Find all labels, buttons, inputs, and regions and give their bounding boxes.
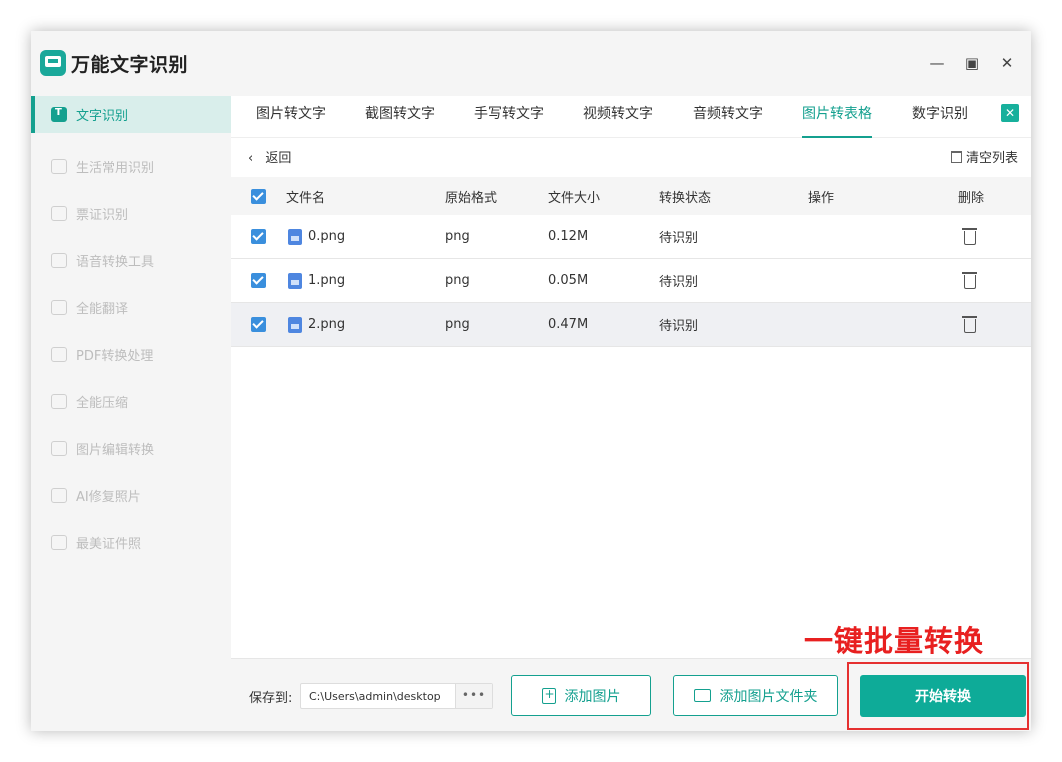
trash-icon (950, 150, 962, 163)
id-photo-icon (51, 535, 67, 550)
chevron-left-icon: ‹ (248, 151, 254, 166)
column-header-size: 文件大小 (548, 190, 601, 206)
sidebar-item-label: 全能翻译 (76, 302, 129, 317)
select-all-checkbox[interactable] (251, 188, 266, 204)
delete-row-icon[interactable] (962, 228, 977, 245)
sidebar-item-compress[interactable]: 全能压缩 (31, 378, 231, 425)
sidebar-item-label: 最美证件照 (76, 537, 142, 552)
tab-screenshot-to-text[interactable]: 截图转文字 (365, 96, 435, 138)
delete-row-icon[interactable] (962, 316, 977, 333)
sidebar-item-label: 票证识别 (76, 208, 129, 223)
table-row[interactable]: 2.png png 0.47M 待识别 (231, 303, 1031, 347)
sidebar-item-voice-tools[interactable]: 语音转换工具 (31, 237, 231, 284)
sidebar: 万能文字识别 文字识别 生活常用识别 票证识别 语音转换工具 全能翻译 (31, 31, 231, 731)
maximize-button[interactable]: ▣ (961, 53, 983, 73)
file-format: png (445, 229, 470, 244)
sidebar-item-label: 生活常用识别 (76, 161, 155, 176)
sidebar-item-label: AI修复照片 (76, 490, 141, 505)
column-header-format: 原始格式 (445, 190, 498, 206)
sidebar-item-ai-photo-repair[interactable]: AI修复照片 (31, 472, 231, 519)
add-image-folder-button[interactable]: 添加图片文件夹 (673, 675, 838, 716)
save-to-label: 保存到: (249, 691, 293, 706)
file-name: 1.png (308, 273, 346, 288)
app-name: 万能文字识别 (71, 53, 189, 76)
file-status: 待识别 (659, 231, 699, 246)
file-list-panel: ‹ 返回 清空列表 文件名 原始格式 文件大小 转换状态 操作 删除 0.png… (231, 138, 1031, 658)
text-scan-icon (51, 107, 67, 122)
table-row[interactable]: 0.png png 0.12M 待识别 (231, 215, 1031, 259)
scan-icon (51, 159, 67, 174)
sidebar-item-translate[interactable]: 全能翻译 (31, 284, 231, 331)
add-image-button[interactable]: 添加图片 (511, 675, 651, 716)
tab-video-to-text[interactable]: 视频转文字 (583, 96, 653, 138)
save-path-value: C:\Users\admin\desktop (309, 690, 441, 703)
save-path-field[interactable]: C:\Users\admin\desktop ••• (300, 683, 493, 709)
file-name: 0.png (308, 229, 346, 244)
folder-icon (693, 689, 711, 702)
clear-list-label: 清空列表 (965, 151, 1018, 166)
row-checkbox[interactable] (251, 229, 266, 244)
photo-repair-icon (51, 488, 67, 503)
sidebar-item-image-edit[interactable]: 图片编辑转换 (31, 425, 231, 472)
delete-row-icon[interactable] (962, 272, 977, 289)
sidebar-item-ticket-recognition[interactable]: 票证识别 (31, 190, 231, 237)
column-header-delete: 删除 (958, 190, 985, 206)
voice-icon (51, 253, 67, 268)
compress-icon (51, 394, 67, 409)
sidebar-item-label: 图片编辑转换 (76, 443, 155, 458)
file-name: 2.png (308, 317, 346, 332)
file-size: 0.47M (548, 317, 589, 332)
title-bar: — ▣ ✕ (231, 31, 1031, 96)
file-format: png (445, 317, 470, 332)
sidebar-item-text-recognition[interactable]: 文字识别 (31, 96, 231, 133)
file-size: 0.05M (548, 273, 589, 288)
tab-audio-to-text[interactable]: 音频转文字 (693, 96, 763, 138)
back-button[interactable]: ‹ 返回 (248, 147, 291, 166)
column-header-status: 转换状态 (659, 190, 712, 206)
column-header-action: 操作 (808, 190, 835, 206)
table-header: 文件名 原始格式 文件大小 转换状态 操作 删除 (231, 177, 1031, 215)
add-file-icon (541, 687, 556, 704)
back-label: 返回 (265, 151, 292, 166)
annotation-highlight-box (847, 662, 1029, 730)
app-title: 万能文字识别 (40, 49, 188, 77)
sidebar-item-label: 文字识别 (76, 109, 129, 124)
app-logo-icon (40, 50, 66, 76)
image-file-icon (288, 228, 302, 245)
row-checkbox[interactable] (251, 317, 266, 332)
table-row[interactable]: 1.png png 0.05M 待识别 (231, 259, 1031, 303)
image-file-icon (288, 316, 302, 333)
column-header-filename: 文件名 (286, 190, 326, 206)
sidebar-item-id-photo[interactable]: 最美证件照 (31, 519, 231, 566)
pdf-icon (51, 347, 67, 362)
tab-image-to-text[interactable]: 图片转文字 (256, 96, 326, 138)
annotation-text: 一键批量转换 (804, 624, 985, 658)
sidebar-item-label: 语音转换工具 (76, 255, 155, 270)
sidebar-item-pdf[interactable]: PDF转换处理 (31, 331, 231, 378)
add-image-label: 添加图片 (564, 688, 621, 705)
translate-icon (51, 300, 67, 315)
file-format: png (445, 273, 470, 288)
image-edit-icon (51, 441, 67, 456)
file-status: 待识别 (659, 319, 699, 334)
clear-list-button[interactable]: 清空列表 (950, 147, 1018, 166)
close-panel-icon[interactable]: ✕ (1001, 104, 1019, 122)
feature-tabs: 图片转文字 截图转文字 手写转文字 视频转文字 音频转文字 图片转表格 数字识别… (231, 96, 1031, 138)
image-file-icon (288, 272, 302, 289)
file-size: 0.12M (548, 229, 589, 244)
minimize-button[interactable]: — (926, 53, 948, 73)
sidebar-item-label: 全能压缩 (76, 396, 129, 411)
close-button[interactable]: ✕ (996, 53, 1018, 73)
sidebar-nav: 文字识别 生活常用识别 票证识别 语音转换工具 全能翻译 PDF转换处理 (31, 96, 231, 566)
add-folder-label: 添加图片文件夹 (719, 688, 818, 705)
tab-handwriting-to-text[interactable]: 手写转文字 (474, 96, 544, 138)
tab-image-to-table[interactable]: 图片转表格 (802, 96, 872, 138)
tab-number-recognition[interactable]: 数字识别 (912, 96, 968, 138)
sidebar-item-daily-recognition[interactable]: 生活常用识别 (31, 143, 231, 190)
ticket-scan-icon (51, 206, 67, 221)
file-status: 待识别 (659, 275, 699, 290)
sidebar-item-label: PDF转换处理 (76, 349, 154, 364)
row-checkbox[interactable] (251, 273, 266, 288)
browse-path-button[interactable]: ••• (455, 684, 492, 708)
